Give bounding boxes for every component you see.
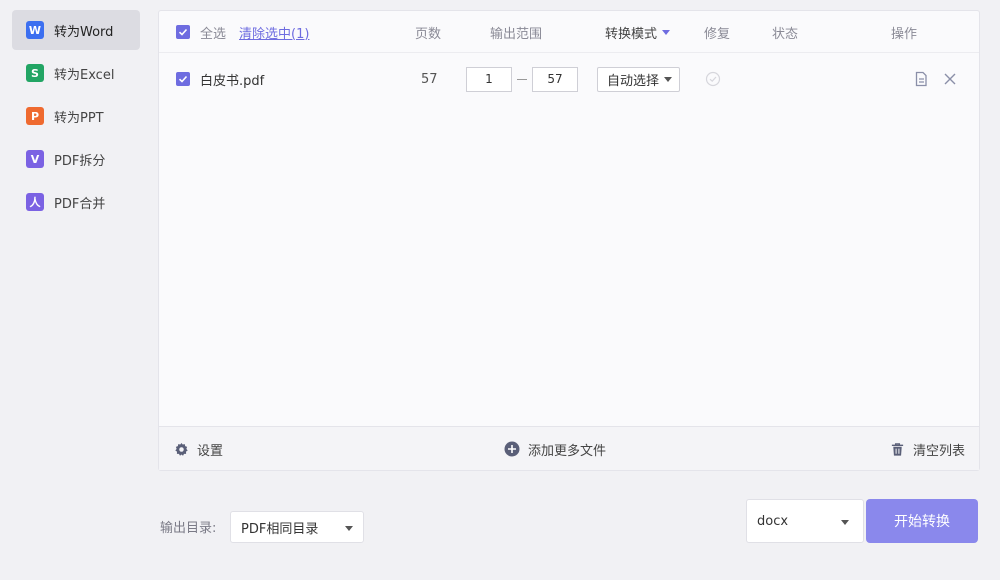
word-icon: W [26,21,44,39]
sidebar-item-label: 转为Excel [54,67,115,83]
start-convert-button[interactable]: 开始转换 [866,499,978,543]
output-format-select[interactable]: docx [746,499,864,543]
check-icon [176,72,190,86]
sidebar-item-label: 转为PPT [54,110,104,126]
sidebar-item-label: PDF拆分 [54,153,106,169]
col-status: 状态 [772,26,799,42]
select-all-checkbox[interactable] [176,11,190,53]
sidebar-item-to-word[interactable]: W 转为Word [12,10,140,50]
sidebar-item-to-excel[interactable]: S 转为Excel [12,53,140,93]
split-icon: V [26,150,44,168]
col-range: 输出范围 [490,26,543,42]
add-files-label: 添加更多文件 [528,443,607,459]
clear-list-label: 清空列表 [913,443,966,459]
settings-button[interactable]: 设置 [174,427,223,471]
file-list-panel: 全选 清除选中(1) 页数 输出范围 转换模式 修复 状态 操作 白皮书.pdf… [158,10,980,471]
settings-label: 设置 [197,443,224,459]
sidebar-item-label: 转为Word [54,24,114,40]
output-format-value: docx [757,513,789,529]
col-mode-dropdown[interactable]: 转换模式 [605,11,671,53]
ppt-icon: P [26,107,44,125]
check-circle-icon [705,71,721,87]
sidebar: W 转为Word S 转为Excel P 转为PPT V PDF拆分 人 PDF… [0,0,150,580]
output-dir-value: PDF相同目录 [241,521,319,537]
output-dir-label: 输出目录: [160,521,217,536]
range-separator [517,78,527,80]
check-icon [176,25,190,39]
col-pages: 页数 [415,26,442,42]
file-name: 白皮书.pdf [200,73,265,89]
gear-icon [175,442,188,456]
chevron-down-icon [664,76,673,82]
chevron-down-icon [841,520,849,525]
sidebar-item-pdf-split[interactable]: V PDF拆分 [12,139,140,179]
range-end-input[interactable]: 57 [532,66,578,92]
col-action: 操作 [891,26,918,42]
mode-select-value: 自动选择 [607,73,660,89]
plus-circle-icon [504,441,520,457]
excel-icon: S [26,64,44,82]
add-files-button[interactable]: 添加更多文件 [504,427,606,471]
merge-icon: 人 [26,193,44,211]
sidebar-item-pdf-merge[interactable]: 人 PDF合并 [12,182,140,222]
mode-select[interactable]: 自动选择 [597,66,681,92]
table-row: 白皮书.pdf 57 1 57 自动选择 [159,57,979,101]
sidebar-item-label: PDF合并 [54,196,106,212]
table-header: 全选 清除选中(1) 页数 输出范围 转换模式 修复 状态 操作 [159,11,979,53]
chevron-down-icon [345,526,353,531]
trash-icon [891,442,904,456]
clear-selection-link[interactable]: 清除选中(1) [239,23,309,42]
open-file-button[interactable] [913,57,929,101]
chevron-down-icon [662,29,671,35]
row-checkbox[interactable] [176,57,190,101]
col-mode-label: 转换模式 [605,26,658,42]
sidebar-item-to-ppt[interactable]: P 转为PPT [12,96,140,136]
range-start-input[interactable]: 1 [466,66,512,92]
clear-list-button[interactable]: 清空列表 [890,427,965,471]
file-icon [915,71,927,87]
output-dir-select[interactable]: PDF相同目录 [230,511,364,543]
file-pages: 57 [421,71,438,87]
select-all-label: 全选 [200,26,227,42]
remove-file-button[interactable] [943,57,957,101]
panel-footer: 设置 添加更多文件 清空列表 [159,426,979,470]
col-repair: 修复 [704,26,731,42]
repair-toggle[interactable] [705,57,721,101]
close-icon [944,73,956,85]
